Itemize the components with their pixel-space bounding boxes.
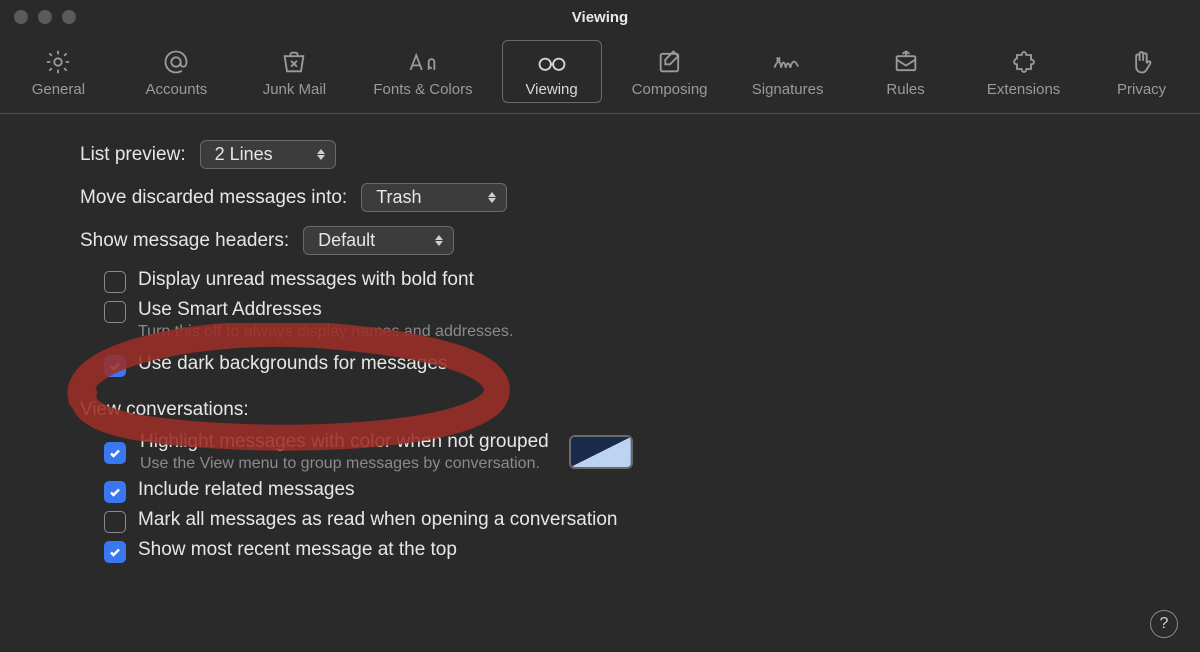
- compose-icon: [656, 47, 684, 77]
- highlight-label: Highlight messages with color when not g…: [140, 431, 549, 453]
- tab-accounts[interactable]: Accounts: [126, 40, 226, 103]
- tab-rules[interactable]: Rules: [856, 40, 956, 103]
- chevron-updown-icon: [317, 149, 325, 160]
- dark-bg-checkbox[interactable]: [104, 355, 126, 377]
- settings-pane: List preview: 2 Lines Move discarded mes…: [0, 114, 1200, 563]
- list-preview-select[interactable]: 2 Lines: [200, 140, 336, 169]
- list-preview-label: List preview:: [80, 144, 186, 166]
- smart-addresses-checkbox[interactable]: [104, 301, 126, 323]
- window-controls: [14, 10, 76, 24]
- include-related-checkbox[interactable]: [104, 481, 126, 503]
- smart-addresses-label: Use Smart Addresses: [138, 299, 513, 321]
- gear-icon: [44, 47, 72, 77]
- chevron-updown-icon: [435, 235, 443, 246]
- tab-signatures[interactable]: Signatures: [738, 40, 838, 103]
- highlight-sub: Use the View menu to group messages by c…: [140, 455, 549, 473]
- preferences-window: { "titlebar": { "title": "Viewing" }, "t…: [0, 0, 1200, 652]
- junk-icon: [280, 47, 308, 77]
- rules-icon: [892, 47, 920, 77]
- dark-bg-label: Use dark backgrounds for messages: [138, 353, 447, 375]
- recent-top-label: Show most recent message at the top: [138, 539, 457, 561]
- highlight-color-well[interactable]: [569, 435, 633, 469]
- tab-general[interactable]: General: [8, 40, 108, 103]
- tab-extensions[interactable]: Extensions: [974, 40, 1074, 103]
- help-icon: ?: [1160, 615, 1169, 633]
- fonts-icon: [406, 47, 440, 77]
- tab-fonts-colors[interactable]: Fonts & Colors: [362, 40, 483, 103]
- glasses-icon: [535, 47, 569, 77]
- minimize-window-button[interactable]: [38, 10, 52, 24]
- highlight-checkbox[interactable]: [104, 442, 126, 464]
- smart-addresses-sub: Turn this off to always display names an…: [138, 323, 513, 341]
- zoom-window-button[interactable]: [62, 10, 76, 24]
- move-discarded-label: Move discarded messages into:: [80, 187, 347, 209]
- mark-read-checkbox[interactable]: [104, 511, 126, 533]
- tab-junk-mail[interactable]: Junk Mail: [244, 40, 344, 103]
- at-icon: [162, 47, 190, 77]
- bold-unread-label: Display unread messages with bold font: [138, 269, 474, 291]
- show-headers-label: Show message headers:: [80, 230, 289, 252]
- help-button[interactable]: ?: [1150, 610, 1178, 638]
- signature-icon: [771, 47, 805, 77]
- tab-viewing[interactable]: Viewing: [502, 40, 602, 103]
- puzzle-icon: [1010, 47, 1038, 77]
- chevron-updown-icon: [488, 192, 496, 203]
- recent-top-checkbox[interactable]: [104, 541, 126, 563]
- titlebar: Viewing: [0, 0, 1200, 34]
- tab-composing[interactable]: Composing: [620, 40, 720, 103]
- hand-icon: [1128, 47, 1156, 77]
- include-related-label: Include related messages: [138, 479, 355, 501]
- window-title: Viewing: [572, 9, 628, 26]
- move-discarded-select[interactable]: Trash: [361, 183, 507, 212]
- preferences-toolbar: General Accounts Junk Mail Fonts & Color…: [0, 34, 1200, 114]
- view-conversations-header: View conversations:: [80, 399, 1140, 421]
- tab-privacy[interactable]: Privacy: [1092, 40, 1192, 103]
- close-window-button[interactable]: [14, 10, 28, 24]
- show-headers-select[interactable]: Default: [303, 226, 454, 255]
- mark-read-label: Mark all messages as read when opening a…: [138, 509, 618, 531]
- bold-unread-checkbox[interactable]: [104, 271, 126, 293]
